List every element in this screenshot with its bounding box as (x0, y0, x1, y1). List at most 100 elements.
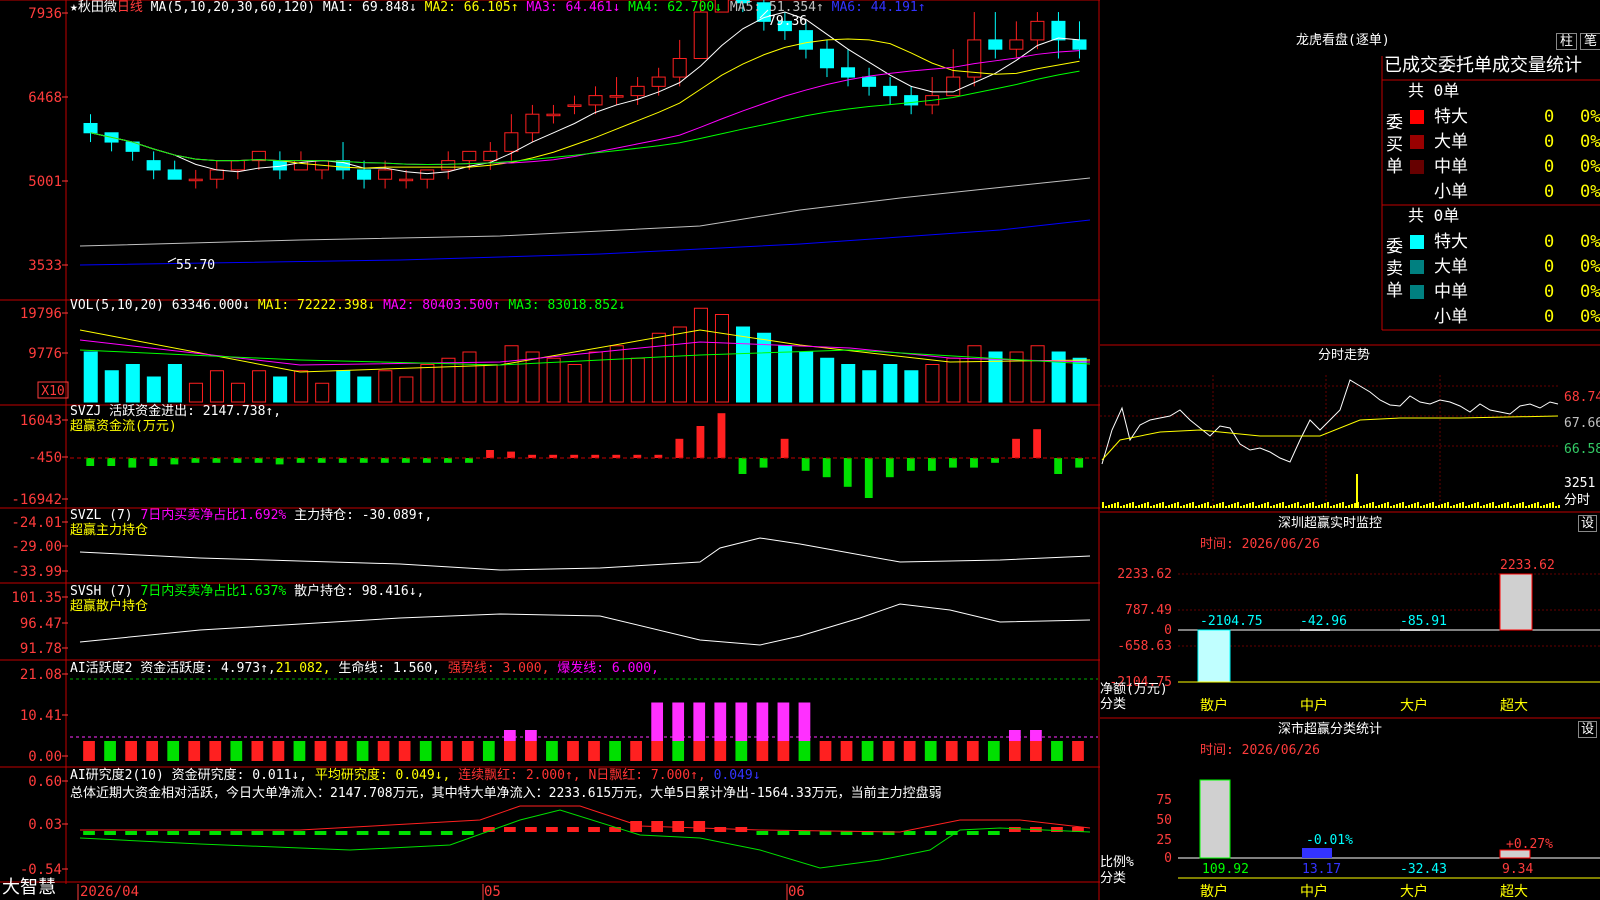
svzj-sub: 超赢资金流(万元) (70, 419, 177, 434)
sell-total: 共 0单 (1408, 206, 1460, 225)
ai2-a: AI研究度2(10) 资金研究度: 0.011↓, (70, 768, 308, 783)
fund-flow-bar (1012, 438, 1020, 458)
research-bar (756, 831, 769, 835)
activity-bar-red (1051, 741, 1063, 761)
vol-ma2: MA2: 80403.500↑ (383, 298, 501, 313)
y-axis-label: 5001 (28, 174, 62, 190)
ss-val-retail: 109.92 (1202, 862, 1249, 877)
research-bar (293, 831, 306, 835)
volume-bar (357, 376, 372, 403)
research-bar (525, 827, 537, 832)
research-bar (230, 831, 243, 835)
btn-zhu[interactable]: 柱 (1556, 33, 1578, 50)
intraday-vol-bar (1246, 504, 1248, 508)
fund-flow-bar (991, 458, 999, 463)
sz-bar-large (1400, 629, 1430, 631)
sz-set-button[interactable]: 设 (1578, 515, 1598, 532)
intraday-vol-bar (1441, 504, 1443, 508)
sz-val-large: -85.91 (1400, 614, 1447, 629)
vol-value: 63346.000↓ (171, 298, 251, 313)
volume-bar (862, 370, 877, 403)
volume-bar (736, 326, 751, 403)
volume-bar (252, 370, 267, 403)
fund-flow-bar (380, 458, 389, 463)
fund-flow-bar (296, 458, 305, 463)
candle-down (146, 160, 161, 171)
sz-axis-label: -658.63 (1117, 639, 1172, 654)
intraday-vol-bar (1372, 502, 1374, 508)
vol-ma1: MA1: 72222.398↓ (257, 298, 376, 313)
fund-flow-bar (675, 438, 684, 458)
order-type: 小单 (1434, 307, 1468, 327)
intraday-vol-bar (1249, 503, 1251, 508)
research-bar (356, 831, 369, 835)
ma1-line (90, 11, 1080, 175)
fund-flow-bar (212, 458, 221, 463)
volume-bar (946, 357, 961, 403)
intraday-vol-bar (1138, 505, 1140, 508)
intraday-vol-bar (1291, 504, 1293, 508)
activity-bar-red (840, 741, 853, 761)
ma3-line (90, 50, 1080, 165)
intraday-vol-bar (1486, 504, 1488, 508)
intraday-vol-bar (1411, 504, 1413, 508)
ss-bar-mid (1302, 848, 1332, 858)
ss-set-button[interactable]: 设 (1578, 721, 1598, 738)
activity-bar-red (377, 741, 390, 761)
intraday-vol-bar (1477, 502, 1479, 508)
activity-bar-red (440, 741, 453, 761)
activity-bar-mag (503, 730, 516, 741)
research-bar (693, 821, 706, 832)
intraday-vol-bar (1384, 503, 1386, 508)
volume-bar (1072, 357, 1087, 403)
buy-label: 委买单 (1386, 113, 1403, 177)
candle-up (230, 160, 245, 171)
ss-category: 中户 (1300, 883, 1328, 900)
intraday-vol-bar (1528, 505, 1530, 508)
ss-axis-label: 75 (1156, 793, 1172, 808)
intraday-vol-bar (1153, 505, 1155, 508)
btn-bi[interactable]: 笔 (1580, 33, 1600, 50)
intraday-vol-bar (1465, 506, 1467, 508)
candle-up (651, 76, 666, 87)
intraday-vol-bar (1321, 504, 1323, 508)
volume-bar (294, 370, 309, 403)
activity-bar-red (714, 741, 727, 761)
sz-bar-super (1499, 573, 1533, 631)
research-bar (714, 827, 727, 832)
sz-title: 深圳超赢实时监控 (1278, 516, 1383, 531)
intraday-vol-bar (1447, 502, 1449, 508)
sz-ylabel: 净额(万元) (1100, 682, 1168, 697)
activity-bar-mag (1008, 730, 1021, 741)
intraday-vol-spike (1356, 474, 1358, 508)
order-pct: 0% (1580, 182, 1600, 202)
y-axis-label: -24.01 (11, 515, 62, 531)
sz-bar-retail (1197, 629, 1231, 683)
activity-bar-red (419, 741, 432, 761)
intraday-vol-bar (1396, 504, 1398, 508)
order-type: 大单 (1434, 132, 1468, 152)
main-chart[interactable]: 7936 6468 5001 3533 19796 9776 16043 -450 -16942… (0, 0, 1600, 900)
volume-bar (83, 351, 98, 403)
research-avg-line (80, 805, 1091, 833)
intraday-vol-bar (1120, 506, 1122, 508)
intraday-vol-bar (1363, 505, 1365, 508)
fund-flow-bar (401, 458, 410, 463)
volume-bar (420, 364, 435, 403)
ma1-value: MA1: 69.848↓ (322, 0, 417, 15)
svzl-header: SVZL (7) 7日内买卖净占比1.692% 主力持仓: -30.089↑, (70, 508, 432, 523)
volume-bar (167, 364, 182, 403)
fund-flow-bar (507, 451, 515, 458)
ai-a: AI活跃度2 资金活跃度: 4.973↑, (70, 661, 276, 676)
order-row-sell-1: 大单 0 0% (1408, 256, 1600, 278)
fs-vol: 3251 (1564, 476, 1596, 491)
svzl-pct: 7日内买卖净占比1.692% (140, 508, 287, 523)
intraday-vol-bar (1192, 502, 1194, 508)
activity-bar-red (503, 741, 516, 761)
order-row-buy-1: 大单 0 0% (1408, 131, 1600, 153)
intraday-vol-bar (1273, 505, 1275, 508)
candle-down (1051, 20, 1066, 41)
intraday-vol-bar (1366, 504, 1368, 508)
intraday-vol-bar (1270, 506, 1272, 508)
intraday-vol-bar (1435, 506, 1437, 508)
